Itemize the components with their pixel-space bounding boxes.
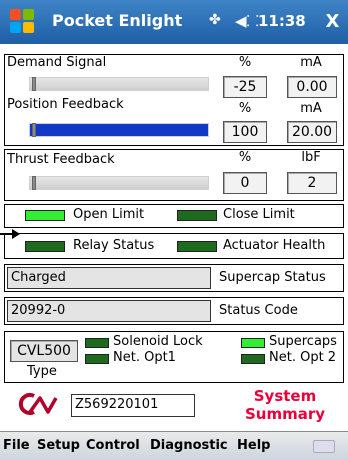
- demand-signal-bar: [29, 77, 209, 91]
- relay-status-label: Relay Status: [73, 238, 155, 253]
- status-code-field: 20992-0: [7, 300, 211, 322]
- app-title: Pocket Enlight: [52, 11, 183, 30]
- limits-panel: Open Limit Close Limit: [4, 204, 344, 228]
- thrust-feedback-bar: [29, 176, 209, 190]
- thrust-unit-header: lbF: [301, 150, 321, 165]
- supercap-status-field: Charged: [7, 267, 211, 289]
- net-opt1-label: Net. Opt1: [113, 350, 176, 365]
- title-bar: Pocket Enlight ✤ ◀⸬ 11:38 X: [0, 0, 348, 44]
- net-opt2-led: [241, 354, 265, 364]
- menu-file[interactable]: File: [3, 438, 30, 453]
- serial-number-field[interactable]: Z569220101: [71, 394, 195, 417]
- demand-signal-thumb: [32, 77, 36, 91]
- type-value: CVL500: [10, 340, 78, 362]
- supercaps-led: [241, 338, 265, 348]
- clock[interactable]: 11:38: [258, 12, 306, 30]
- position-feedback-label: Position Feedback: [7, 97, 124, 112]
- actuator-health-led: [177, 241, 217, 252]
- menu-diagnostic[interactable]: Diagnostic: [150, 438, 228, 453]
- position-percent-value: 100: [223, 121, 267, 143]
- system-summary-line2: Summary: [244, 405, 326, 423]
- demand-signal-label: Demand Signal: [7, 55, 107, 70]
- thrust-panel: Thrust Feedback % lbF 0 2: [4, 149, 344, 201]
- status-code-panel: 20992-0 Status Code: [4, 297, 344, 325]
- demand-position-panel: Demand Signal % mA -25 0.00 Position Fee…: [4, 54, 344, 146]
- speaker-icon[interactable]: ◀⸬: [235, 11, 259, 31]
- demand-percent-header: %: [238, 55, 252, 70]
- solenoid-lock-label: Solenoid Lock: [113, 334, 203, 349]
- menu-help[interactable]: Help: [237, 438, 270, 453]
- thrust-feedback-thumb: [32, 176, 36, 190]
- solenoid-lock-led: [85, 338, 109, 348]
- thrust-percent-header: %: [238, 150, 252, 165]
- pointer-arrow-head: [12, 229, 20, 239]
- menu-bar: File Setup Control Diagnostic Help: [0, 431, 348, 459]
- position-ma-header: mA: [300, 101, 322, 116]
- thrust-feedback-label: Thrust Feedback: [7, 152, 115, 167]
- position-ma-value: 20.00: [287, 121, 337, 143]
- demand-ma-header: mA: [300, 55, 322, 70]
- demand-ma-value: 0.00: [287, 76, 337, 98]
- type-label: Type: [27, 364, 57, 379]
- position-feedback-bar: [29, 123, 209, 137]
- relay-status-led: [25, 241, 65, 252]
- windows-start-icon[interactable]: [10, 9, 36, 35]
- close-limit-led: [177, 210, 217, 221]
- thrust-percent-value: 0: [223, 172, 267, 194]
- system-summary-button[interactable]: System Summary: [242, 387, 328, 423]
- menu-control[interactable]: Control: [86, 438, 140, 453]
- supercaps-label: Supercaps: [269, 334, 337, 349]
- position-feedback-thumb: [32, 123, 36, 137]
- net-opt1-led: [85, 354, 109, 364]
- open-limit-led: [25, 210, 65, 221]
- actuator-health-label: Actuator Health: [223, 238, 326, 253]
- position-feedback-fill: [30, 124, 208, 136]
- enlight-logo-icon: [18, 393, 58, 415]
- menu-setup[interactable]: Setup: [37, 438, 80, 453]
- keyboard-icon[interactable]: [313, 440, 335, 453]
- demand-percent-value: -25: [223, 76, 267, 98]
- close-limit-label: Close Limit: [223, 207, 295, 222]
- supercap-panel: Charged Supercap Status: [4, 264, 344, 292]
- type-panel: CVL500 Type Solenoid Lock Supercaps Net.…: [4, 331, 344, 383]
- device-screen: Pocket Enlight ✤ ◀⸬ 11:38 X Demand Signa…: [0, 0, 348, 459]
- open-limit-label: Open Limit: [73, 207, 145, 222]
- signal-icon[interactable]: ✤: [209, 12, 221, 28]
- close-button[interactable]: X: [319, 9, 346, 35]
- thrust-unit-value: 2: [287, 172, 337, 194]
- net-opt2-label: Net. Opt 2: [269, 350, 337, 365]
- position-percent-header: %: [238, 101, 252, 116]
- system-summary-line1: System: [253, 387, 317, 405]
- status-code-label: Status Code: [219, 303, 298, 318]
- relay-panel: Relay Status Actuator Health: [4, 233, 344, 259]
- supercap-status-label: Supercap Status: [219, 270, 326, 285]
